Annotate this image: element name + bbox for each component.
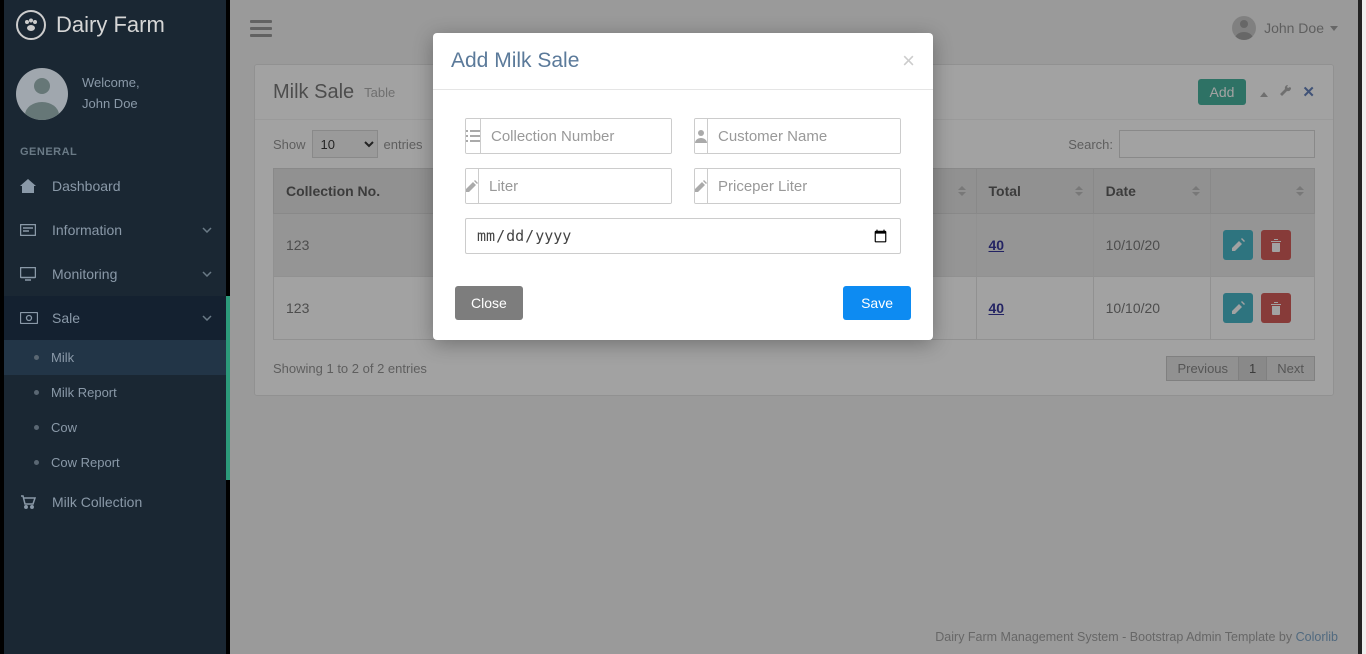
cart-icon: [20, 495, 42, 509]
input-group-price: [694, 168, 901, 204]
nav-dashboard[interactable]: Dashboard: [4, 164, 226, 208]
sub-cow-report-label: Cow Report: [51, 455, 120, 470]
chevron-down-icon: [202, 315, 212, 321]
nav-monitoring-label: Monitoring: [52, 266, 117, 282]
sub-cow[interactable]: Cow: [4, 410, 226, 445]
sub-cow-label: Cow: [51, 420, 77, 435]
nav-milk-collection[interactable]: Milk Collection: [4, 480, 226, 524]
nav-monitoring[interactable]: Monitoring: [4, 252, 226, 296]
section-general: GENERAL: [4, 128, 226, 164]
nav-milk-collection-label: Milk Collection: [52, 494, 142, 510]
price-per-liter-input[interactable]: [708, 169, 901, 203]
chevron-down-icon: [202, 271, 212, 277]
user-icon: [695, 119, 708, 153]
sub-milk-label: Milk: [51, 350, 74, 365]
dot-icon: [34, 460, 39, 465]
dot-icon: [34, 390, 39, 395]
nav-dashboard-label: Dashboard: [52, 178, 121, 194]
chevron-down-icon: [202, 227, 212, 233]
nav-sale[interactable]: Sale: [4, 296, 226, 340]
modal-add-milk-sale: Add Milk Sale ×: [433, 33, 933, 340]
sidebar-user-name: John Doe: [82, 94, 140, 115]
input-group-customer: [694, 118, 901, 154]
brand: Dairy Farm: [4, 0, 226, 50]
modal-close-x[interactable]: ×: [902, 48, 915, 74]
list-icon: [466, 119, 481, 153]
sidebar: Dairy Farm Welcome, John Doe GENERAL Das…: [0, 0, 230, 654]
sub-milk-report-label: Milk Report: [51, 385, 117, 400]
paw-icon: [16, 10, 46, 40]
save-button[interactable]: Save: [843, 286, 911, 320]
liter-input[interactable]: [479, 169, 672, 203]
dot-icon: [34, 355, 39, 360]
dot-icon: [34, 425, 39, 430]
nav-information[interactable]: Information: [4, 208, 226, 252]
date-input[interactable]: [465, 218, 901, 254]
pencil-icon: [466, 169, 479, 203]
input-group-collection: [465, 118, 672, 154]
modal-title: Add Milk Sale: [451, 49, 579, 73]
nav-information-label: Information: [52, 222, 122, 238]
sale-submenu: Milk Milk Report Cow Cow Report: [4, 340, 226, 480]
customer-name-input[interactable]: [708, 119, 901, 153]
sidebar-user-text: Welcome, John Doe: [82, 73, 140, 115]
collection-number-input[interactable]: [481, 119, 672, 153]
sidebar-user: Welcome, John Doe: [4, 50, 226, 128]
close-button[interactable]: Close: [455, 286, 523, 320]
monitor-icon: [20, 267, 42, 281]
sub-cow-report[interactable]: Cow Report: [4, 445, 226, 480]
modal-footer: Close Save: [433, 272, 933, 340]
avatar-icon: [16, 68, 68, 120]
modal-body: [433, 90, 933, 272]
welcome-label: Welcome,: [82, 73, 140, 94]
modal-header: Add Milk Sale ×: [433, 33, 933, 90]
home-icon: [20, 179, 42, 193]
nav-sale-label: Sale: [52, 310, 80, 326]
input-group-liter: [465, 168, 672, 204]
money-icon: [20, 312, 42, 324]
pencil-icon: [695, 169, 708, 203]
sub-milk-report[interactable]: Milk Report: [4, 375, 226, 410]
brand-text: Dairy Farm: [56, 12, 165, 38]
card-icon: [20, 224, 42, 236]
sub-milk[interactable]: Milk: [4, 340, 226, 375]
